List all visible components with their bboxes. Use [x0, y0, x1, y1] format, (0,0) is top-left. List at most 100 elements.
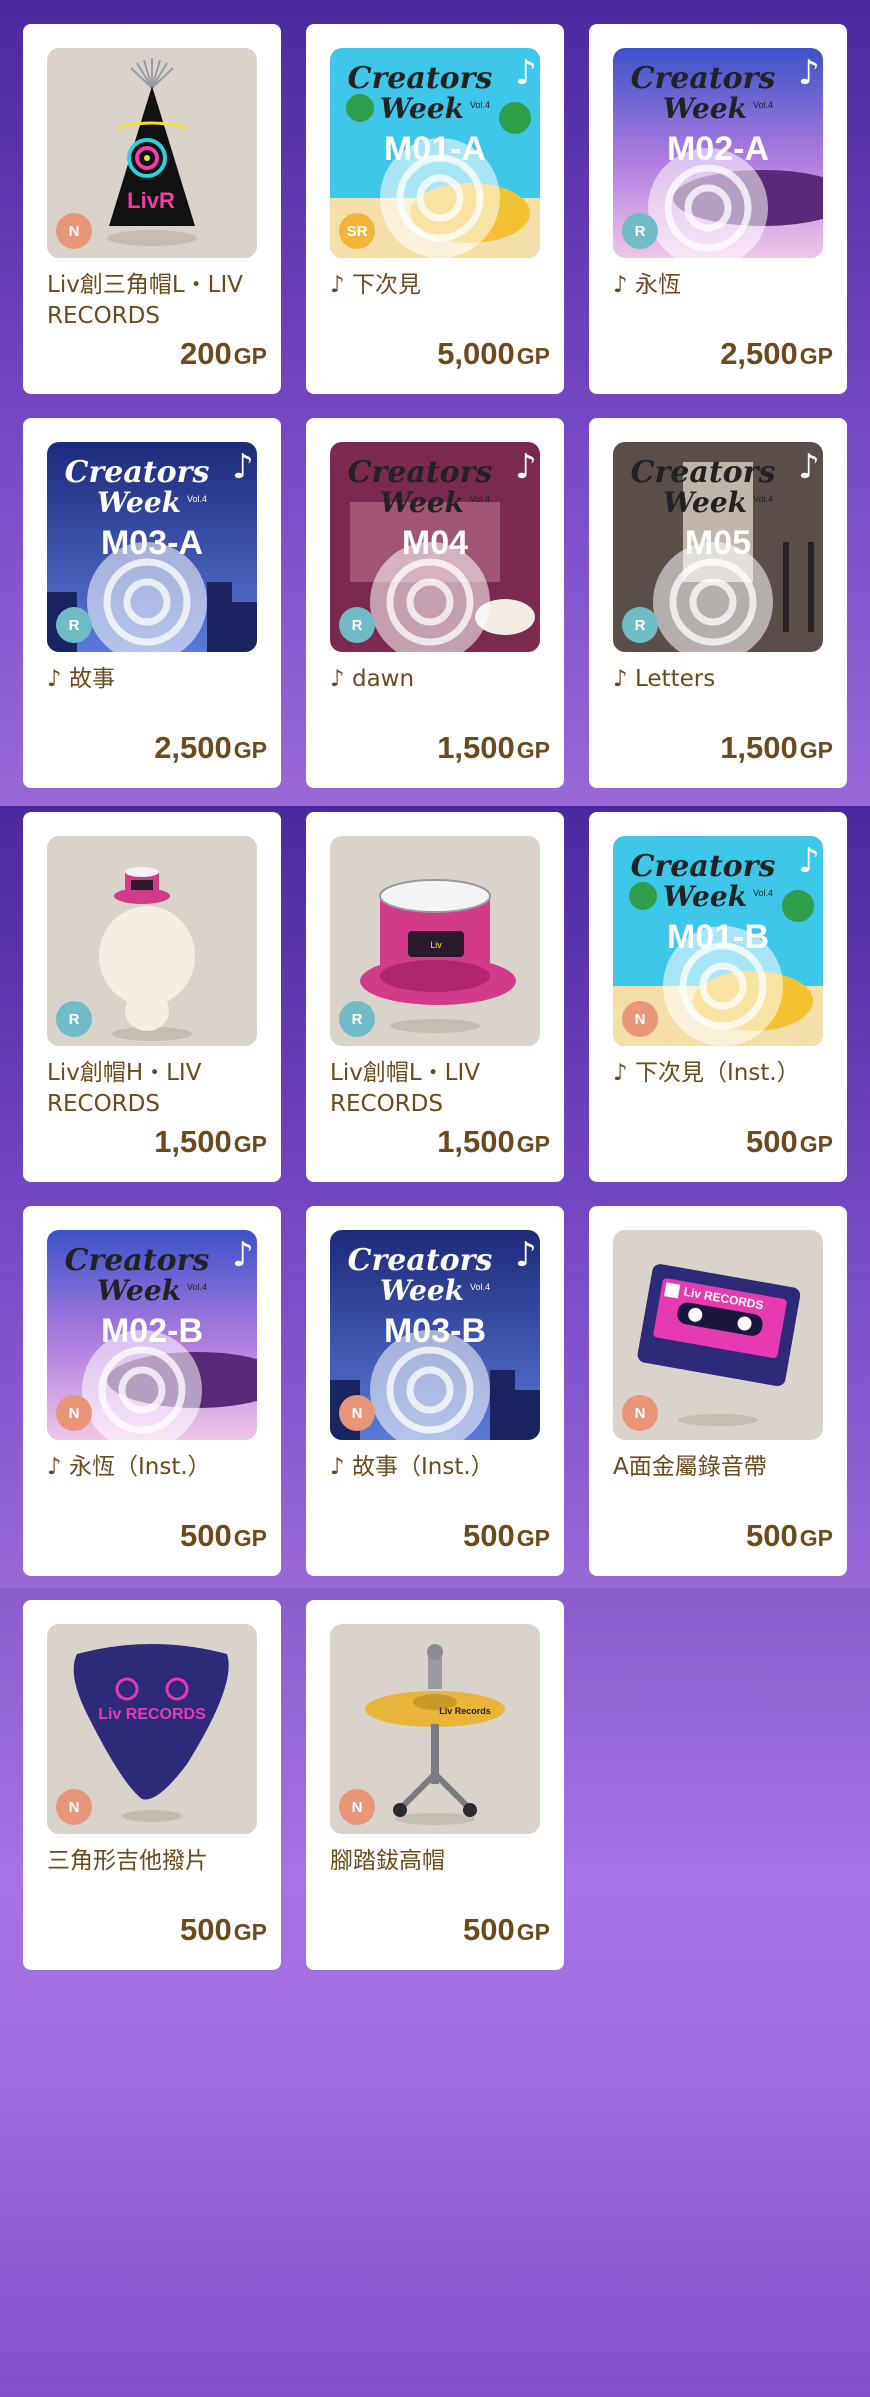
- svg-text:M01-B: M01-B: [667, 918, 769, 956]
- svg-text:M01-A: M01-A: [384, 130, 486, 168]
- shop-item-card[interactable]: Creators Week Vol.4 ♪ M01-B N ♪ 下次見（Inst…: [589, 812, 847, 1182]
- svg-text:M03-B: M03-B: [384, 1312, 486, 1350]
- item-name: ♪ dawn: [330, 666, 415, 692]
- shop-item-card[interactable]: R Liv創帽H・LIV RECORDS 1,500GP: [23, 812, 281, 1182]
- item-thumbnail: Creators Week Vol.4 ♪ M05 R: [613, 442, 823, 652]
- rarity-badge: N: [56, 1789, 92, 1825]
- item-thumbnail: Creators Week Vol.4 ♪ M01-B N: [613, 836, 823, 1046]
- item-price: 2,500GP: [154, 730, 267, 765]
- svg-text:Creators: Creators: [65, 455, 210, 490]
- shop-item-card[interactable]: Liv R Liv創帽L・LIV RECORDS 1,500GP: [306, 812, 564, 1182]
- item-price: 500GP: [180, 1518, 267, 1553]
- svg-text:♪: ♪: [798, 841, 820, 881]
- svg-text:Vol.4: Vol.4: [753, 100, 773, 110]
- svg-text:Vol.4: Vol.4: [753, 888, 773, 898]
- item-thumbnail: Creators Week Vol.4 ♪ M01-A SR: [330, 48, 540, 258]
- svg-text:Vol.4: Vol.4: [470, 100, 490, 110]
- item-name: ♪ 故事（Inst.）: [330, 1454, 494, 1480]
- svg-text:Week: Week: [380, 92, 464, 125]
- rarity-badge: N: [622, 1001, 658, 1037]
- item-name: Liv創帽H・LIV RECORDS: [47, 1060, 202, 1117]
- svg-text:Week: Week: [380, 486, 464, 519]
- svg-text:Creators: Creators: [631, 61, 776, 96]
- item-name: 腳踏鈸高帽: [330, 1848, 445, 1874]
- item-name: Liv創三角帽L・LIV RECORDS: [47, 272, 243, 329]
- svg-text:M03-A: M03-A: [101, 524, 203, 562]
- item-price: 1,500GP: [154, 1124, 267, 1159]
- shop-item-card[interactable]: Liv Records N 腳踏鈸高帽 500GP: [306, 1600, 564, 1970]
- rarity-badge: R: [56, 607, 92, 643]
- svg-text:Creators: Creators: [631, 455, 776, 490]
- item-name: 三角形吉他撥片: [47, 1848, 208, 1874]
- item-name: ♪ 永恆: [613, 272, 681, 298]
- svg-text:♪: ♪: [515, 1235, 537, 1275]
- shop-item-card[interactable]: Creators Week Vol.4 ♪ M01-A SR ♪ 下次見 5,0…: [306, 24, 564, 394]
- svg-text:Vol.4: Vol.4: [470, 494, 490, 504]
- svg-text:Week: Week: [97, 486, 181, 519]
- svg-text:Week: Week: [663, 486, 747, 519]
- svg-text:M05: M05: [685, 524, 751, 562]
- item-thumbnail: Creators Week Vol.4 ♪ M04 R: [330, 442, 540, 652]
- svg-text:M04: M04: [402, 524, 468, 562]
- svg-text:Liv: Liv: [430, 940, 442, 950]
- item-name: ♪ Letters: [613, 666, 716, 692]
- item-thumbnail: Liv RECORDS N: [47, 1624, 257, 1834]
- svg-text:Creators: Creators: [348, 1243, 493, 1278]
- item-thumbnail: LivR N: [47, 48, 257, 258]
- item-thumbnail: Creators Week Vol.4 ♪ M02-A R: [613, 48, 823, 258]
- item-price: 1,500GP: [437, 730, 550, 765]
- item-name: ♪ 下次見（Inst.）: [613, 1060, 800, 1086]
- item-price: 200GP: [180, 336, 267, 371]
- item-price: 2,500GP: [720, 336, 833, 371]
- rarity-badge: N: [56, 1395, 92, 1431]
- shop-item-card[interactable]: Creators Week Vol.4 ♪ M03-B N ♪ 故事（Inst.…: [306, 1206, 564, 1576]
- svg-text:♪: ♪: [798, 447, 820, 487]
- item-price: 500GP: [463, 1518, 550, 1553]
- shop-item-card[interactable]: Creators Week Vol.4 ♪ M03-A R ♪ 故事 2,500…: [23, 418, 281, 788]
- svg-text:Vol.4: Vol.4: [187, 1282, 207, 1292]
- svg-text:Week: Week: [663, 880, 747, 913]
- shop-item-card[interactable]: LivR N Liv創三角帽L・LIV RECORDS 200GP: [23, 24, 281, 394]
- item-price: 1,500GP: [437, 1124, 550, 1159]
- item-thumbnail: Liv RECORDS N: [613, 1230, 823, 1440]
- svg-text:Liv Records: Liv Records: [439, 1706, 491, 1716]
- svg-text:♪: ♪: [232, 447, 254, 487]
- item-name: A面金屬錄音帶: [613, 1454, 767, 1480]
- rarity-badge: R: [339, 1001, 375, 1037]
- svg-text:♪: ♪: [232, 1235, 254, 1275]
- shop-item-card[interactable]: Creators Week Vol.4 ♪ M05 R ♪ Letters 1,…: [589, 418, 847, 788]
- rarity-badge: N: [339, 1395, 375, 1431]
- rarity-badge: R: [622, 213, 658, 249]
- svg-text:M02-B: M02-B: [101, 1312, 203, 1350]
- shop-item-card[interactable]: Creators Week Vol.4 ♪ M02-A R ♪ 永恆 2,500…: [589, 24, 847, 394]
- shop-item-card[interactable]: Liv RECORDS N 三角形吉他撥片 500GP: [23, 1600, 281, 1970]
- item-thumbnail: R: [47, 836, 257, 1046]
- svg-text:LivR: LivR: [127, 188, 175, 213]
- item-thumbnail: Creators Week Vol.4 ♪ M03-A R: [47, 442, 257, 652]
- rarity-badge: N: [622, 1395, 658, 1431]
- rarity-badge: R: [56, 1001, 92, 1037]
- item-thumbnail: Liv Records N: [330, 1624, 540, 1834]
- svg-text:M02-A: M02-A: [667, 130, 769, 168]
- item-name: Liv創帽L・LIV RECORDS: [330, 1060, 480, 1117]
- shop-item-card[interactable]: Liv RECORDS N A面金屬錄音帶 500GP: [589, 1206, 847, 1576]
- svg-text:Creators: Creators: [348, 61, 493, 96]
- svg-text:Week: Week: [380, 1274, 464, 1307]
- item-price: 5,000GP: [437, 336, 550, 371]
- svg-text:Creators: Creators: [348, 455, 493, 490]
- svg-text:Vol.4: Vol.4: [753, 494, 773, 504]
- rarity-badge: N: [56, 213, 92, 249]
- item-thumbnail: Creators Week Vol.4 ♪ M02-B N: [47, 1230, 257, 1440]
- svg-text:Week: Week: [97, 1274, 181, 1307]
- svg-text:♪: ♪: [515, 53, 537, 93]
- item-price: 500GP: [746, 1518, 833, 1553]
- item-price: 500GP: [463, 1912, 550, 1947]
- item-thumbnail: Creators Week Vol.4 ♪ M03-B N: [330, 1230, 540, 1440]
- shop-item-card[interactable]: Creators Week Vol.4 ♪ M02-B N ♪ 永恆（Inst.…: [23, 1206, 281, 1576]
- item-name: ♪ 故事: [47, 666, 115, 692]
- shop-item-card[interactable]: Creators Week Vol.4 ♪ M04 R ♪ dawn 1,500…: [306, 418, 564, 788]
- svg-text:Vol.4: Vol.4: [187, 494, 207, 504]
- item-thumbnail: Liv R: [330, 836, 540, 1046]
- rarity-badge: R: [622, 607, 658, 643]
- rarity-badge: R: [339, 607, 375, 643]
